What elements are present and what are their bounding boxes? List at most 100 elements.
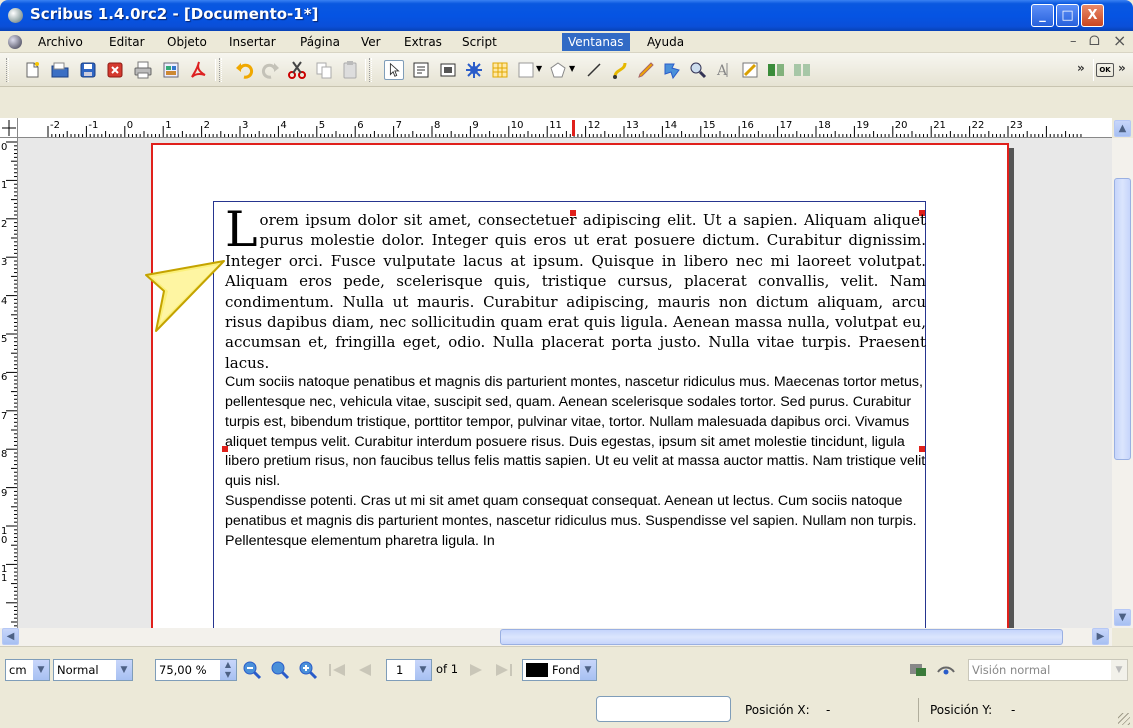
ok-button[interactable]: OK	[1096, 63, 1114, 77]
menu-objeto[interactable]: Objeto	[161, 33, 213, 51]
mdi-minimize-icon[interactable]: –	[1070, 34, 1077, 49]
edit-text-icon[interactable]: A	[714, 60, 734, 80]
scroll-down-button[interactable]: ▼	[1114, 609, 1131, 626]
menu-script[interactable]: Script	[456, 33, 503, 51]
undo-icon[interactable]	[235, 60, 255, 80]
zoom-icon[interactable]	[688, 60, 708, 80]
scroll-right-button[interactable]: ▶	[1092, 628, 1109, 645]
story-editor-icon[interactable]	[740, 60, 760, 80]
zoom-100-icon[interactable]	[270, 660, 290, 680]
select-tool-icon[interactable]	[384, 60, 404, 80]
menu-editar[interactable]: Editar	[103, 33, 151, 51]
unlink-frames-icon[interactable]	[792, 60, 812, 80]
mdi-close-icon[interactable]: ×	[1113, 31, 1126, 50]
toolbar-grip[interactable]	[6, 58, 9, 82]
page-select[interactable]: 1 ▼	[386, 659, 432, 681]
horizontal-scroll-thumb[interactable]	[500, 629, 1063, 645]
close-document-icon[interactable]	[105, 60, 125, 80]
new-document-icon[interactable]	[22, 60, 42, 80]
preview-mode-icon[interactable]	[908, 660, 928, 680]
last-page-icon[interactable]	[494, 660, 514, 680]
ruler-label: 13	[626, 120, 639, 131]
maximize-button[interactable]: □	[1056, 4, 1079, 27]
print-icon[interactable]	[133, 60, 153, 80]
ruler-label: 11	[549, 120, 562, 131]
menu-pagina[interactable]: Página	[294, 33, 346, 51]
toolbar-grip-2[interactable]	[219, 58, 222, 82]
polygon-icon[interactable]	[548, 60, 568, 80]
menu-ver[interactable]: Ver	[355, 33, 387, 51]
ruler-label: 19	[856, 120, 870, 131]
ruler-origin[interactable]	[0, 118, 18, 138]
menu-bar: Archivo Editar Objeto Insertar Página Ve…	[0, 31, 1133, 53]
ruler-label: 11	[1, 564, 8, 585]
menu-ventanas[interactable]: Ventanas	[562, 33, 630, 51]
next-page-icon[interactable]	[466, 660, 486, 680]
vertical-scroll-thumb[interactable]	[1114, 178, 1131, 460]
previous-page-icon[interactable]	[355, 660, 375, 680]
document-canvas[interactable]: Lorem ipsum dolor sit amet, consectetuer…	[18, 138, 1112, 628]
horizontal-scrollbar[interactable]: ◀ ▶	[0, 628, 1112, 646]
link-frames-icon[interactable]	[766, 60, 786, 80]
polygon-dropdown-icon[interactable]: ▼	[569, 64, 577, 84]
close-icon: X	[1087, 8, 1098, 23]
cut-icon[interactable]	[287, 60, 307, 80]
toolbar-grip-3[interactable]	[369, 58, 372, 82]
zoom-input[interactable]: 75,00 % ▲ ▼	[155, 659, 237, 681]
text-frame-content[interactable]: Lorem ipsum dolor sit amet, consectetuer…	[225, 205, 926, 551]
scribus-app-icon[interactable]	[8, 8, 23, 23]
chevron-down-icon[interactable]: ▼	[415, 660, 431, 680]
vertical-ruler[interactable]: 0 1 2 3 4 5 6 7 8 9 10 11	[0, 138, 18, 628]
shape-dropdown-icon[interactable]: ▼	[536, 64, 544, 84]
minimize-button[interactable]: _	[1031, 4, 1054, 27]
ruler-label: 1	[165, 120, 172, 131]
title-bar[interactable]: Scribus 1.4.0rc2 - [Documento-1*] _ □ X	[0, 0, 1133, 31]
horizontal-ruler[interactable]: -2 -1 0 1 2 3 4 5 6 7 8 9 10 11 12 13 14 15 16 17 18 19 20 21 22…	[0, 118, 1112, 138]
visual-mode-select[interactable]: Visión normal ▼	[968, 659, 1128, 681]
save-icon[interactable]	[78, 60, 98, 80]
export-pdf-icon[interactable]	[189, 60, 209, 80]
paragraph-1-text: orem ipsum dolor sit amet, consectetuer …	[225, 211, 926, 372]
toolbar-overflow-button[interactable]: »	[1077, 61, 1085, 75]
first-page-icon[interactable]	[327, 660, 347, 680]
mode-select[interactable]: Normal ▼	[53, 659, 133, 681]
scroll-up-button[interactable]: ▲	[1114, 120, 1131, 137]
layer-select[interactable]: Fondo ▼	[522, 659, 597, 681]
shape-icon[interactable]	[516, 60, 536, 80]
chevron-down-icon[interactable]: ▼	[116, 660, 132, 680]
mdi-restore-icon[interactable]: ᗝ	[1089, 34, 1100, 49]
render-frame-icon[interactable]	[464, 60, 484, 80]
preflight-icon[interactable]	[161, 60, 181, 80]
freehand-icon[interactable]	[636, 60, 656, 80]
menu-insertar[interactable]: Insertar	[223, 33, 282, 51]
status-message-field	[596, 696, 731, 722]
text-frame-icon[interactable]	[411, 60, 431, 80]
rotate-icon[interactable]	[662, 60, 682, 80]
zoom-in-icon[interactable]	[298, 660, 318, 680]
toolbar-overflow-button-2[interactable]: »	[1118, 61, 1126, 75]
menu-extras[interactable]: Extras	[398, 33, 448, 51]
scroll-left-button[interactable]: ◀	[2, 628, 19, 645]
bezier-icon[interactable]	[610, 60, 630, 80]
ruler-label: 4	[1, 295, 8, 307]
line-icon[interactable]	[584, 60, 604, 80]
close-button[interactable]: X	[1081, 4, 1104, 27]
table-icon[interactable]	[490, 60, 510, 80]
resize-grip[interactable]	[1118, 713, 1130, 725]
menu-archivo[interactable]: Archivo	[32, 33, 89, 51]
copy-icon[interactable]	[314, 60, 334, 80]
unit-select[interactable]: cm ▼	[5, 659, 50, 681]
chevron-down-icon[interactable]: ▼	[580, 660, 596, 680]
chevron-down-icon[interactable]: ▼	[1111, 660, 1127, 680]
open-folder-icon[interactable]	[50, 60, 70, 80]
image-frame-icon[interactable]	[438, 60, 458, 80]
eye-icon[interactable]	[936, 660, 956, 680]
menu-ayuda[interactable]: Ayuda	[641, 33, 690, 51]
redo-icon[interactable]	[260, 60, 280, 80]
chevron-down-icon[interactable]: ▼	[33, 660, 49, 680]
zoom-out-icon[interactable]	[242, 660, 262, 680]
zoom-spinner-icon[interactable]: ▲ ▼	[220, 660, 236, 680]
document-icon[interactable]	[8, 35, 22, 49]
vertical-scrollbar[interactable]: ▼	[1112, 138, 1133, 628]
paste-icon[interactable]	[340, 60, 360, 80]
